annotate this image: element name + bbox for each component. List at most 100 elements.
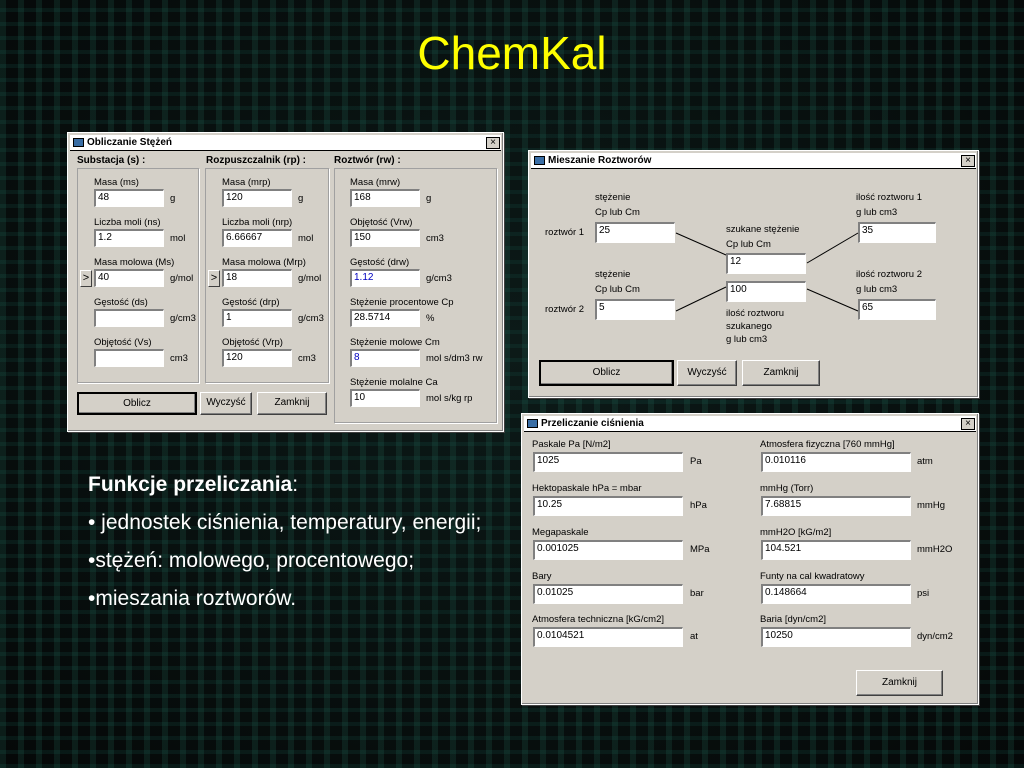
r1-stezenie-label: stężenie <box>595 192 631 203</box>
window-title: Mieszanie Roztworów <box>548 155 652 166</box>
window-title: Przeliczanie ciśnienia <box>541 418 644 429</box>
wyczysc-button[interactable]: Wyczyść <box>200 392 252 415</box>
pressure-field-mpa[interactable]: 0.001025 <box>533 540 683 560</box>
pressure-label-pa: Paskale Pa [N/m2] <box>532 439 611 450</box>
ilosc1-sublabel: g lub cm3 <box>856 207 898 218</box>
window-title: Obliczanie Stężeń <box>87 137 173 148</box>
s-gestosc-unit: g/cm3 <box>170 313 196 324</box>
function-list-heading-colon: : <box>292 473 299 496</box>
cisnienie-window: Przeliczanie ciśnienia × Paskale Pa [N/m… <box>521 413 979 705</box>
pressure-field-atm[interactable]: 0.010116 <box>761 452 911 472</box>
ilosc-szukanego-field[interactable]: 100 <box>726 281 806 302</box>
oblicz-button[interactable]: Oblicz <box>77 392 197 415</box>
oblicz-button[interactable]: Oblicz <box>539 360 674 386</box>
rw-proc-unit: % <box>426 313 435 324</box>
s-molowa-label: Masa molowa (Ms) <box>94 257 175 268</box>
pressure-field-hpa[interactable]: 10.25 <box>533 496 683 516</box>
close-button[interactable]: × <box>961 417 975 430</box>
rw-molalne-unit: mol s/kg rp <box>426 393 473 404</box>
pressure-field-pa[interactable]: 1025 <box>533 452 683 472</box>
s-moli-field[interactable]: 1.2 <box>94 229 164 247</box>
r1-stezenie-sublabel: Cp lub Cm <box>595 207 640 218</box>
szukane-sublabel: Cp lub Cm <box>726 239 771 250</box>
rw-objetosc-unit: cm3 <box>426 233 444 244</box>
rp-gestosc-field[interactable]: 1 <box>222 309 292 327</box>
s-gestosc-field[interactable] <box>94 309 164 327</box>
rp-molowa-arrow-button[interactable]: > <box>208 270 220 287</box>
slide-title: ChemKal <box>417 27 607 79</box>
pressure-unit-psi: psi <box>917 588 930 599</box>
rw-masa-field[interactable]: 168 <box>350 189 420 207</box>
pressure-field-mmhg[interactable]: 7.68815 <box>761 496 911 516</box>
rp-objetosc-unit: cm3 <box>298 353 316 364</box>
szukane-label: szukane stężenie <box>726 224 800 235</box>
rw-gestosc-field[interactable]: 1.12 <box>350 269 420 287</box>
rw-masa-label: Masa (mrw) <box>350 177 401 188</box>
pressure-field-dyn[interactable]: 10250 <box>761 627 911 647</box>
pressure-unit-mpa: MPa <box>690 544 710 555</box>
rp-masa-field[interactable]: 120 <box>222 189 292 207</box>
mieszanie-titlebar[interactable]: Mieszanie Roztworów × <box>531 153 976 169</box>
r2-stezenie-label: stężenie <box>595 269 631 280</box>
pressure-field-bar[interactable]: 0.01025 <box>533 584 683 604</box>
rp-masa-unit: g <box>298 193 304 204</box>
ilosc-szukanego-label: ilość roztworu <box>726 308 785 319</box>
rp-molowa-label: Masa molowa (Mrp) <box>222 257 306 268</box>
s-objetosc-label: Objętość (Vs) <box>94 337 152 348</box>
pressure-field-at[interactable]: 0.0104521 <box>533 627 683 647</box>
ilosc2-field[interactable]: 65 <box>858 299 936 320</box>
r2-stezenie-sublabel: Cp lub Cm <box>595 284 640 295</box>
rw-molalne-field[interactable]: 10 <box>350 389 420 407</box>
s-masa-field[interactable]: 48 <box>94 189 164 207</box>
zamknij-button[interactable]: Zamknij <box>257 392 327 415</box>
wyczysc-button[interactable]: Wyczyść <box>677 360 737 386</box>
rp-moli-field[interactable]: 6.66667 <box>222 229 292 247</box>
zamknij-button[interactable]: Zamknij <box>742 360 820 386</box>
rw-objetosc-label: Objętość (Vrw) <box>350 217 413 228</box>
pressure-label-dyn: Baria [dyn/cm2] <box>760 614 826 625</box>
roztwor1-field[interactable]: 25 <box>595 222 675 243</box>
bullet-item: • jednostek ciśnienia, temperatury, ener… <box>88 511 482 534</box>
s-objetosc-field[interactable] <box>94 349 164 367</box>
zamknij-button[interactable]: Zamknij <box>856 670 943 696</box>
function-list-heading: Funkcje przeliczania: <box>88 472 498 498</box>
pressure-label-at: Atmosfera techniczna [kG/cm2] <box>532 614 664 625</box>
rw-molowe-label: Stężenie molowe Cm <box>350 337 440 348</box>
rw-molowe-field[interactable]: 8 <box>350 349 420 367</box>
rw-molalne-label: Stężenie molalne Ca <box>350 377 438 388</box>
ilosc-szukanego-sublabel: szukanego <box>726 321 772 332</box>
roztwor2-field[interactable]: 5 <box>595 299 675 320</box>
close-button[interactable]: × <box>486 136 500 149</box>
pressure-label-hpa: Hektopaskale hPa = mbar <box>532 483 642 494</box>
s-molowa-arrow-button[interactable]: > <box>80 270 92 287</box>
pressure-field-mmh2o[interactable]: 104.521 <box>761 540 911 560</box>
app-icon <box>73 138 84 147</box>
rp-gestosc-label: Gęstość (drp) <box>222 297 280 308</box>
pressure-label-mmh2o: mmH2O [kG/m2] <box>760 527 832 538</box>
pressure-field-psi[interactable]: 0.148664 <box>761 584 911 604</box>
function-list-heading-bold: Funkcje przeliczania <box>88 473 293 496</box>
rw-objetosc-field[interactable]: 150 <box>350 229 420 247</box>
rp-gestosc-unit: g/cm3 <box>298 313 324 324</box>
rw-molowe-unit: mol s/dm3 rw <box>426 353 483 364</box>
rw-proc-field[interactable]: 28.5714 <box>350 309 420 327</box>
rp-molowa-field[interactable]: 18 <box>222 269 292 287</box>
s-molowa-field[interactable]: 40 <box>94 269 164 287</box>
close-button[interactable]: × <box>961 154 975 167</box>
function-list: Funkcje przeliczania: • jednostek ciśnie… <box>88 472 498 624</box>
szukane-field[interactable]: 12 <box>726 253 806 274</box>
ilosc1-field[interactable]: 35 <box>858 222 936 243</box>
rw-proc-label: Stężenie procentowe Cp <box>350 297 454 308</box>
cisnienie-titlebar[interactable]: Przeliczanie ciśnienia × <box>524 416 976 432</box>
ilosc2-sublabel: g lub cm3 <box>856 284 898 295</box>
rp-masa-label: Masa (mrp) <box>222 177 271 188</box>
rp-objetosc-field[interactable]: 120 <box>222 349 292 367</box>
app-icon <box>534 156 545 165</box>
pressure-unit-dyn: dyn/cm2 <box>917 631 953 642</box>
stezen-titlebar[interactable]: Obliczanie Stężeń × <box>70 135 501 151</box>
section-label-rozpuszczalnik: Rozpuszczalnik (rp) : <box>206 155 307 166</box>
ilosc-szukanego-unit: g lub cm3 <box>726 334 768 345</box>
app-icon <box>527 419 538 428</box>
pressure-label-mmhg: mmHg (Torr) <box>760 483 814 494</box>
s-masa-unit: g <box>170 193 176 204</box>
